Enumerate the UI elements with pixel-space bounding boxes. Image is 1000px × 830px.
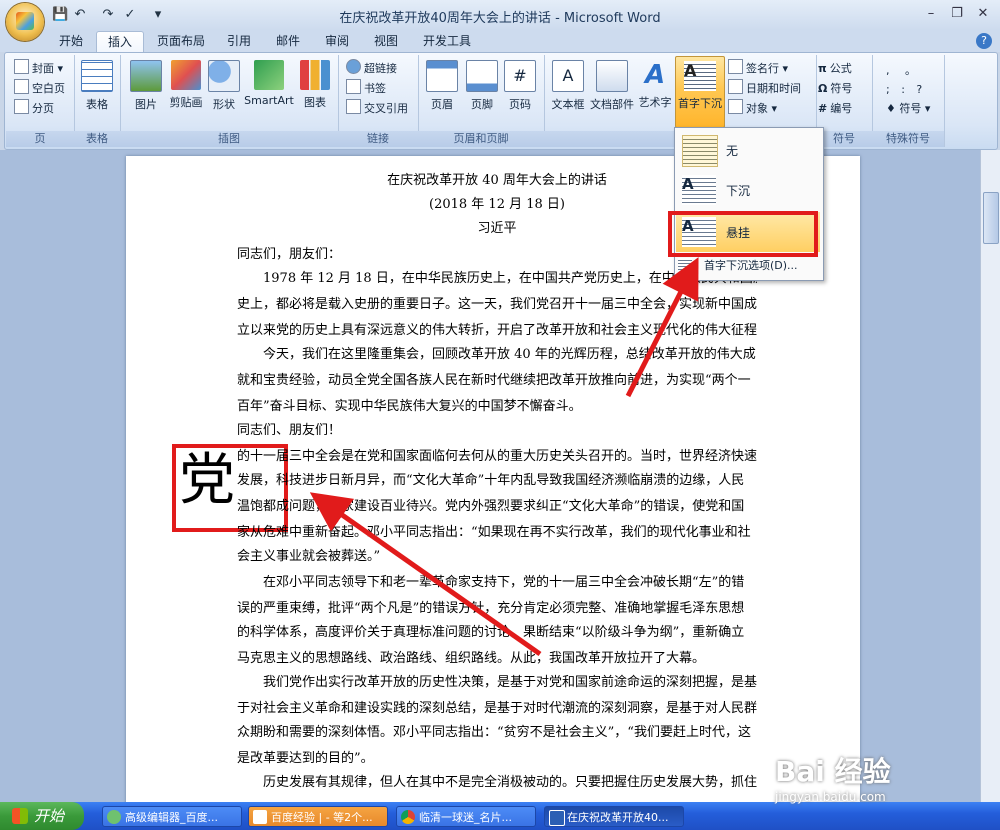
taskbar-item-label: 百度经验 | - 等2个... — [271, 811, 373, 824]
office-button[interactable] — [6, 3, 44, 41]
window-icon — [253, 810, 267, 824]
annotation-arrow-to-menu — [625, 257, 699, 398]
baidu-watermark: Bai 经验 jingyan.baidu.com — [775, 750, 985, 804]
start-button[interactable]: 开始 — [0, 802, 84, 830]
office-logo-icon — [16, 12, 34, 30]
annotation-arrow-to-dropcap — [309, 492, 542, 657]
taskbar-item[interactable]: 在庆祝改革开放40... — [544, 806, 684, 827]
taskbar-item[interactable]: 高级编辑器_百度... — [102, 806, 242, 827]
taskbar-item-label: 临清一球迷_名片... — [419, 811, 512, 824]
windows-logo-icon — [12, 808, 28, 824]
watermark-logo-text: Bai 经验 — [775, 755, 891, 788]
browser-icon — [107, 810, 121, 824]
taskbar-item-label: 高级编辑器_百度... — [125, 811, 218, 824]
taskbar-item-label: 在庆祝改革开放40... — [567, 811, 669, 824]
taskbar-item[interactable]: 临清一球迷_名片... — [396, 806, 536, 827]
watermark-url: jingyan.baidu.com — [775, 790, 886, 804]
word-icon — [549, 810, 565, 826]
start-label: 开始 — [34, 807, 65, 825]
chrome-icon — [401, 810, 415, 824]
annotation-arrows — [309, 257, 699, 657]
taskbar-item[interactable]: 百度经验 | - 等2个... — [248, 806, 388, 827]
